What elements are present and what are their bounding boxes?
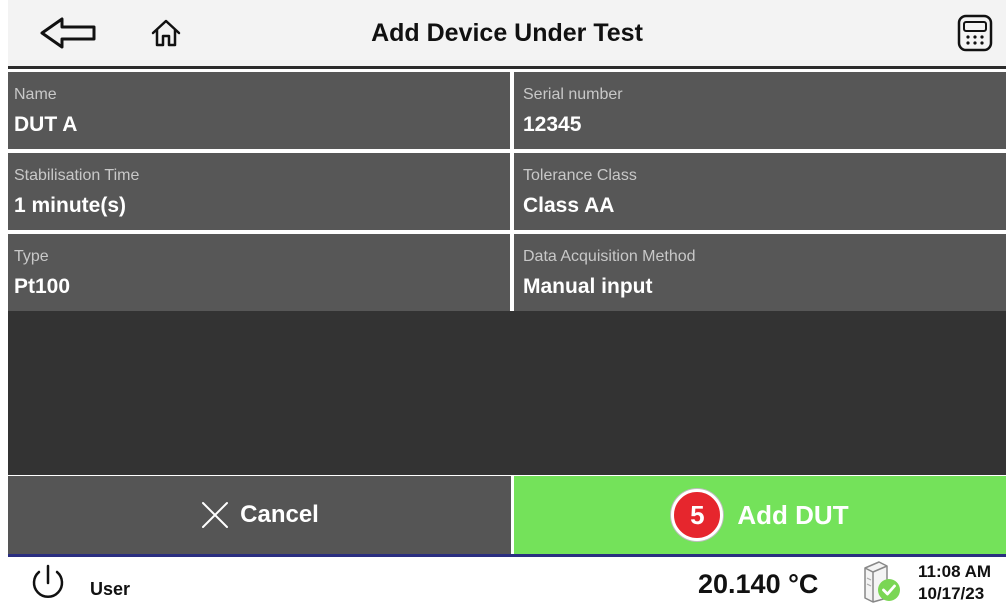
stabilisation-time-field[interactable]: Stabilisation Time 1 minute(s) bbox=[8, 153, 510, 230]
field-value: 12345 bbox=[523, 113, 582, 136]
field-label: Name bbox=[14, 86, 57, 103]
time-label: 11:08 AM bbox=[918, 562, 992, 581]
field-label: Type bbox=[14, 248, 49, 265]
field-value: 1 minute(s) bbox=[14, 194, 127, 217]
serial-number-field[interactable]: Serial number 12345 bbox=[514, 72, 1006, 149]
home-icon bbox=[151, 19, 181, 47]
printer-status[interactable] bbox=[857, 560, 903, 604]
back-arrow-icon bbox=[40, 17, 96, 49]
power-button[interactable] bbox=[26, 563, 70, 603]
check-icon bbox=[878, 579, 900, 601]
type-field[interactable]: Type Pt100 bbox=[8, 234, 510, 311]
date-label: 10/17/23 bbox=[918, 584, 985, 603]
cancel-button[interactable]: Cancel bbox=[8, 476, 511, 554]
header-bar: Add Device Under Test bbox=[8, 0, 1006, 69]
calculator-button[interactable] bbox=[950, 0, 1000, 66]
tolerance-class-field[interactable]: Tolerance Class Class AA bbox=[514, 153, 1006, 230]
add-dut-button[interactable]: 5 Add DUT bbox=[514, 476, 1006, 554]
field-value: DUT A bbox=[14, 113, 78, 136]
temperature-readout: 20.140 °C bbox=[698, 569, 819, 599]
step-badge: 5 bbox=[671, 489, 724, 541]
field-label: Serial number bbox=[523, 86, 623, 103]
close-icon bbox=[202, 502, 229, 528]
data-acquisition-method-field[interactable]: Data Acquisition Method Manual input bbox=[514, 234, 1006, 311]
power-icon bbox=[32, 564, 64, 598]
home-button[interactable] bbox=[141, 0, 191, 66]
printer-icon bbox=[864, 561, 900, 603]
field-value: Manual input bbox=[523, 275, 653, 298]
calculator-icon bbox=[957, 14, 993, 52]
field-label: Data Acquisition Method bbox=[523, 248, 696, 265]
field-value: Class AA bbox=[523, 194, 615, 217]
back-button[interactable] bbox=[34, 0, 104, 66]
empty-area bbox=[8, 311, 1006, 475]
cancel-label: Cancel bbox=[240, 501, 319, 528]
clock: 11:08 AM 10/17/23 bbox=[918, 561, 991, 605]
field-label: Stabilisation Time bbox=[14, 167, 140, 184]
add-dut-label: Add DUT bbox=[737, 499, 849, 530]
name-field[interactable]: Name DUT A bbox=[8, 72, 510, 149]
user-label: User bbox=[90, 579, 131, 599]
field-value: Pt100 bbox=[14, 275, 71, 298]
field-label: Tolerance Class bbox=[523, 167, 637, 184]
app-frame: Add Device Under Test Name DUT A Serial … bbox=[8, 0, 1006, 607]
status-bar: User 20.140 °C 11:08 AM 10/17/23 bbox=[8, 557, 1006, 607]
